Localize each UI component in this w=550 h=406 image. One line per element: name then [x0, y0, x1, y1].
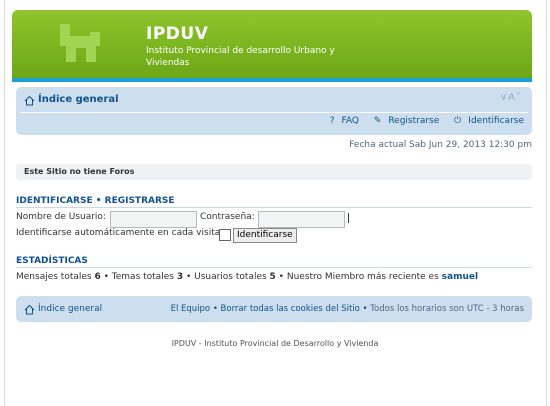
timezone-text: Todos los horarios son UTC - 3 horas [370, 304, 524, 314]
faq-label: FAQ [341, 116, 359, 126]
navbar-links: ? FAQ ✎ Registrarse ⏻ Identificarse [318, 116, 524, 126]
navbar-divider [20, 112, 528, 113]
stats-heading-line [16, 267, 532, 268]
header-accent-line [12, 78, 532, 82]
remember-checkbox[interactable] [219, 229, 231, 241]
stats-line: Mensajes totales 6 • Temas totales 3 • U… [16, 272, 479, 282]
delete-cookies-link[interactable]: Borrar todas las cookies del Sitio [221, 304, 360, 314]
stats-heading: ESTADÍSTICAS [16, 256, 88, 266]
posts-count: 6 [94, 272, 101, 282]
remember-label: Identificarse automáticamente en cada vi… [16, 228, 221, 238]
site-logo[interactable] [56, 22, 106, 66]
register-icon: ✎ [373, 116, 382, 126]
login-heading[interactable]: IDENTIFICARSE • REGISTRARSE [16, 196, 175, 206]
navbar: Índice general ∨A˄ ? FAQ ✎ Registrarse ⏻ Id… [16, 87, 532, 135]
username-label: Nombre de Usuario: [16, 212, 106, 222]
font-size-toggle[interactable]: ∨A˄ [500, 92, 522, 103]
current-date: Fecha actual Sab Jun 29, 2013 12:30 pm [349, 140, 532, 150]
register-link[interactable]: ✎ Registrarse [368, 116, 440, 126]
login-submit-button[interactable]: Identificarse [233, 228, 297, 243]
users-count: 5 [269, 272, 276, 282]
newest-member-label: Nuestro Miembro más reciente es [286, 272, 439, 282]
copyright-text: IPDUV - Instituto Provincial de Desarrol… [171, 339, 379, 348]
username-input[interactable] [110, 211, 197, 228]
footer-links: El Equipo • Borrar todas las cookies del… [170, 304, 524, 314]
faq-link[interactable]: ? FAQ [324, 116, 359, 126]
register-label: Registrarse [388, 116, 440, 126]
site-header: IPDUV Instituto Provincial de desarrollo… [12, 10, 532, 82]
footer-navbar: Índice general El Equipo • Borrar todas … [16, 296, 532, 322]
notice-text: Este Sitio no tiene Foros [24, 167, 135, 176]
site-description: Instituto Provincial de desarrollo Urban… [146, 46, 335, 68]
home-icon [24, 304, 35, 315]
login-label: Identificarse [468, 116, 524, 126]
posts-label: Mensajes totales [16, 272, 92, 282]
newest-member-link[interactable]: samuel [442, 272, 478, 282]
password-input[interactable] [258, 211, 345, 228]
login-heading-line [16, 207, 532, 208]
topics-label: Temas totales [111, 272, 174, 282]
faq-icon: ? [329, 116, 335, 126]
users-label: Usuarios totales [194, 272, 267, 282]
site-title[interactable]: IPDUV [146, 24, 208, 44]
team-link[interactable]: El Equipo [171, 304, 211, 314]
home-icon [24, 95, 35, 106]
topics-count: 3 [176, 272, 184, 282]
notice-panel: Este Sitio no tiene Foros [16, 164, 532, 180]
password-label: Contraseña: [200, 212, 255, 222]
login-link[interactable]: ⏻ Identificarse [448, 116, 524, 126]
breadcrumb-index-link[interactable]: Índice general [38, 94, 119, 105]
text-cursor [348, 213, 349, 223]
footer-index-link[interactable]: Índice general [38, 304, 102, 314]
power-icon: ⏻ [454, 116, 462, 126]
